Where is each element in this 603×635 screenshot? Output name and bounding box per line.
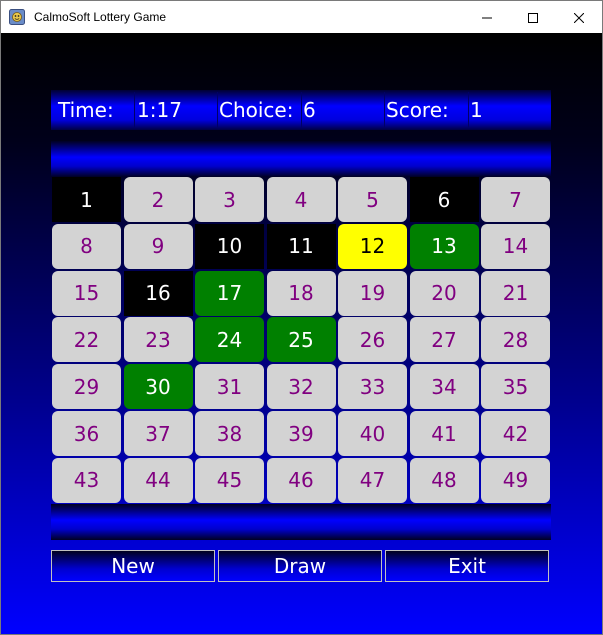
number-cell-38[interactable]: 38	[195, 411, 264, 456]
number-cell-23[interactable]: 23	[123, 317, 193, 363]
score-label: Score:	[386, 98, 449, 122]
number-cell-3[interactable]: 3	[195, 177, 264, 222]
number-cell-13[interactable]: 13	[409, 223, 479, 269]
number-cell-45[interactable]: 45	[195, 457, 264, 503]
new-button[interactable]: New	[51, 550, 215, 582]
number-cell-12[interactable]: 12	[338, 223, 407, 269]
number-cell-14[interactable]: 14	[481, 223, 550, 269]
number-cell-25[interactable]: 25	[266, 317, 336, 363]
minimize-icon	[482, 8, 492, 27]
number-cell-4[interactable]: 4	[266, 177, 336, 222]
number-cell-7[interactable]: 7	[481, 177, 550, 222]
number-cell-22[interactable]: 22	[52, 317, 121, 363]
number-cell-44[interactable]: 44	[123, 457, 193, 503]
game-area: Time: 1:17 Choice: 6 Score: 1 1234567891…	[1, 33, 602, 634]
number-cell-37[interactable]: 37	[123, 411, 193, 456]
number-cell-34[interactable]: 34	[409, 364, 479, 410]
maximize-icon	[528, 8, 538, 27]
number-cell-41[interactable]: 41	[409, 411, 479, 456]
exit-button[interactable]: Exit	[385, 550, 549, 582]
number-cell-47[interactable]: 47	[338, 457, 407, 503]
number-cell-24[interactable]: 24	[195, 317, 264, 363]
minimize-button[interactable]	[464, 1, 510, 33]
number-cell-15[interactable]: 15	[52, 270, 121, 316]
number-cell-39[interactable]: 39	[266, 411, 336, 456]
number-cell-42[interactable]: 42	[481, 411, 550, 456]
number-cell-19[interactable]: 19	[338, 270, 407, 316]
title-bar[interactable]: CalmoSoft Lottery Game	[1, 1, 602, 33]
number-cell-1[interactable]: 1	[52, 177, 121, 222]
number-cell-43[interactable]: 43	[52, 457, 121, 503]
number-cell-11[interactable]: 11	[266, 223, 336, 269]
bottom-band	[51, 504, 551, 540]
number-cell-31[interactable]: 31	[195, 364, 264, 410]
number-cell-48[interactable]: 48	[409, 457, 479, 503]
number-cell-26[interactable]: 26	[338, 317, 407, 363]
score-value: 1	[470, 98, 483, 122]
number-cell-17[interactable]: 17	[195, 270, 264, 316]
number-cell-27[interactable]: 27	[409, 317, 479, 363]
choice-value: 6	[303, 98, 316, 122]
info-divider	[301, 92, 302, 128]
info-bar: Time: 1:17 Choice: 6 Score: 1	[51, 90, 551, 130]
number-cell-21[interactable]: 21	[481, 270, 550, 316]
number-cell-29[interactable]: 29	[52, 364, 121, 410]
number-cell-6[interactable]: 6	[409, 177, 479, 222]
number-cell-10[interactable]: 10	[195, 223, 264, 269]
number-cell-9[interactable]: 9	[123, 223, 193, 269]
number-cell-32[interactable]: 32	[266, 364, 336, 410]
number-cell-2[interactable]: 2	[123, 177, 193, 222]
number-cell-49[interactable]: 49	[481, 457, 550, 503]
window-title: CalmoSoft Lottery Game	[34, 10, 167, 24]
app-window: CalmoSoft Lottery Game Time: 1:17 Choice…	[0, 0, 603, 635]
draw-button[interactable]: Draw	[218, 550, 382, 582]
number-cell-28[interactable]: 28	[481, 317, 550, 363]
number-cell-20[interactable]: 20	[409, 270, 479, 316]
close-icon	[573, 8, 585, 27]
top-band	[51, 141, 551, 177]
number-cell-5[interactable]: 5	[338, 177, 407, 222]
close-button[interactable]	[556, 1, 602, 33]
number-cell-33[interactable]: 33	[338, 364, 407, 410]
time-value: 1:17	[137, 98, 182, 122]
number-cell-35[interactable]: 35	[481, 364, 550, 410]
number-cell-46[interactable]: 46	[266, 457, 336, 503]
time-label: Time:	[58, 98, 114, 122]
number-cell-30[interactable]: 30	[123, 364, 193, 410]
number-cell-16[interactable]: 16	[123, 270, 193, 316]
info-divider	[384, 92, 385, 128]
number-cell-18[interactable]: 18	[266, 270, 336, 316]
app-icon	[9, 9, 25, 25]
maximize-button[interactable]	[510, 1, 556, 33]
number-cell-36[interactable]: 36	[52, 411, 121, 456]
number-cell-8[interactable]: 8	[52, 223, 121, 269]
info-divider	[217, 92, 218, 128]
choice-label: Choice:	[219, 98, 294, 122]
info-divider	[134, 92, 135, 128]
info-divider	[468, 92, 469, 128]
number-cell-40[interactable]: 40	[338, 411, 407, 456]
